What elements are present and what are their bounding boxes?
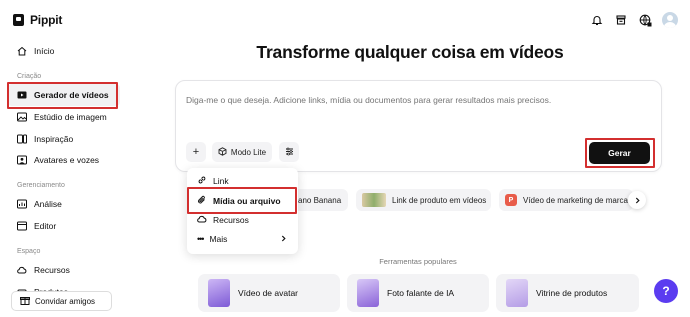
page-title: Transforme qualquer coisa em vídeos <box>256 42 564 62</box>
sidebar-item-inspiracao[interactable]: Inspiração <box>8 128 120 150</box>
dropdown-item-label: Mais <box>209 234 228 244</box>
sidebar-item-label: Inspiração <box>34 134 74 144</box>
analytics-icon <box>17 199 27 209</box>
tool-card-video-de-avatar[interactable]: Vídeo de avatar <box>198 274 340 312</box>
user-avatar[interactable] <box>662 12 678 28</box>
dropdown-item-label: Mídia ou arquivo <box>213 196 281 206</box>
bell-icon[interactable] <box>590 13 604 27</box>
suggestion-label: ano Banana <box>298 195 342 205</box>
sidebar-item-label: Estúdio de imagem <box>34 112 107 122</box>
sidebar-item-label: Início <box>34 46 55 56</box>
more-icon: ••• <box>197 234 205 244</box>
sidebar-item-label: Análise <box>34 199 62 209</box>
editor-icon <box>17 221 27 231</box>
dropdown-item-recursos[interactable]: Recursos <box>197 214 249 226</box>
cloud-icon <box>197 214 207 226</box>
dropdown-item-mais[interactable]: ••• Mais <box>197 234 287 244</box>
sidebar-item-analise[interactable]: Análise <box>8 193 120 215</box>
avatar-thumbnail <box>208 279 230 307</box>
settings-button[interactable] <box>279 142 299 162</box>
sidebar-item-editor[interactable]: Editor <box>8 215 120 237</box>
sidebar-item-estudio-de-imagem[interactable]: Estúdio de imagem <box>8 106 120 128</box>
dropdown-item-label: Link <box>213 176 229 186</box>
sidebar-item-label: Recursos <box>34 265 70 275</box>
video-generator-icon <box>17 90 27 100</box>
generate-button[interactable]: Gerar <box>589 142 650 164</box>
sidebar-item-avatares-e-vozes[interactable]: Avatares e vozes <box>8 149 120 171</box>
invite-friends-button[interactable]: Convidar amigos <box>11 291 112 311</box>
suggestion-label: Link de produto em vídeos <box>392 195 487 205</box>
sidebar-item-inicio[interactable]: Início <box>8 40 120 62</box>
cube-icon <box>218 146 227 158</box>
tool-card-foto-falante[interactable]: Foto falante de IA <box>347 274 489 312</box>
suggestion-label: Vídeo de marketing de marca <box>523 195 628 205</box>
suggestion-thumbnail <box>362 193 386 207</box>
home-icon <box>17 46 27 56</box>
talking-photo-thumbnail <box>357 279 379 307</box>
section-space: Espaço <box>17 248 41 255</box>
brand-name: Pippit <box>30 13 63 27</box>
suggestion-chip-link-produto[interactable]: Link de produto em vídeos <box>356 189 491 211</box>
avatar-voice-icon <box>17 155 27 165</box>
tool-card-label: Vídeo de avatar <box>238 288 299 298</box>
tool-card-label: Foto falante de IA <box>387 288 455 298</box>
gift-icon <box>20 295 30 307</box>
tool-card-label: Vitrine de produtos <box>536 288 608 298</box>
suggestion-chip-marketing[interactable]: P Vídeo de marketing de marca <box>499 189 633 211</box>
help-button[interactable]: ? <box>654 279 678 303</box>
dropdown-item-link[interactable]: Link <box>197 175 229 187</box>
image-studio-icon <box>17 112 27 122</box>
plus-icon: + <box>192 146 200 158</box>
suggestions-next-button[interactable] <box>628 191 646 209</box>
paperclip-icon <box>197 195 207 207</box>
sliders-icon <box>285 147 294 158</box>
tool-card-vitrine-de-produtos[interactable]: Vitrine de produtos <box>496 274 639 312</box>
sidebar-item-label: Avatares e vozes <box>34 155 100 165</box>
dropdown-item-midia-ou-arquivo[interactable]: Mídia ou arquivo <box>197 195 281 207</box>
invite-label: Convidar amigos <box>35 296 96 306</box>
section-management: Gerenciamento <box>17 182 65 189</box>
add-button[interactable]: + <box>186 142 206 162</box>
chevron-right-icon <box>280 234 287 244</box>
chevron-right-icon <box>634 191 641 209</box>
popular-tools-title: Ferramentas populares <box>379 257 457 266</box>
language-icon[interactable] <box>638 13 652 27</box>
header-icons <box>590 12 678 28</box>
sidebar-item-recursos[interactable]: Recursos <box>8 259 120 281</box>
sidebar-item-label: Gerador de vídeos <box>34 90 109 100</box>
dropdown-item-label: Recursos <box>213 215 249 225</box>
pippit-logo-icon <box>13 14 24 26</box>
brand-logo[interactable]: Pippit <box>13 13 62 27</box>
product-showcase-thumbnail <box>506 279 528 307</box>
p-badge-icon: P <box>505 194 517 206</box>
prompt-input[interactable] <box>186 95 646 105</box>
mode-selector-button[interactable]: Modo Lite <box>212 142 272 162</box>
link-icon <box>197 175 207 187</box>
sidebar-item-label: Editor <box>34 221 57 231</box>
sidebar: Pippit Início Criação Gerador de vídeos … <box>0 0 130 317</box>
sidebar-item-gerador-de-videos[interactable]: Gerador de vídeos <box>8 84 120 106</box>
section-creation: Criação <box>17 73 42 80</box>
cloud-icon <box>17 265 27 275</box>
mode-label: Modo Lite <box>230 147 267 157</box>
inspiration-icon <box>17 134 27 144</box>
archive-icon[interactable] <box>614 13 628 27</box>
